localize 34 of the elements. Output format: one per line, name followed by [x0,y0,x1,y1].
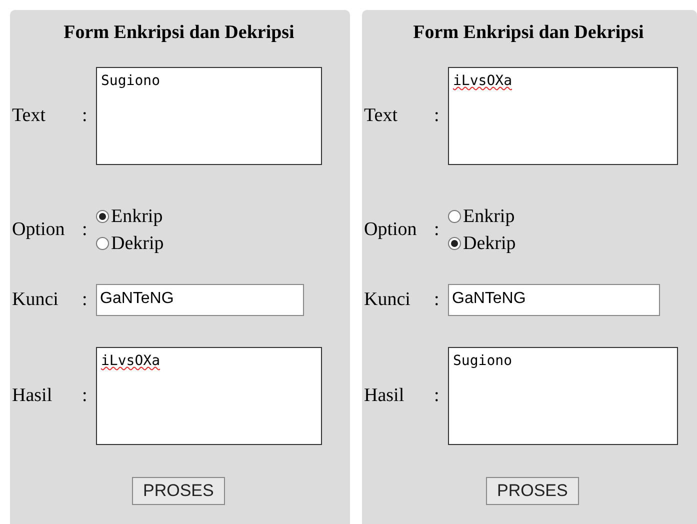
radio-label[interactable]: Dekrip [463,232,516,254]
field-label: Text [12,105,46,127]
proses-button[interactable]: PROSES [486,477,579,505]
colon-separator: : [434,219,440,241]
colon-separator: : [82,289,88,311]
field-label: Hasil [364,385,406,407]
text-area-field[interactable]: iLvsOXa [448,67,678,165]
key-input-field[interactable]: GaNTeNG [448,284,660,316]
colon-separator: : [82,385,88,407]
result-area-field[interactable]: iLvsOXa [96,347,322,445]
field-label: Kunci [364,289,412,311]
proses-button[interactable]: PROSES [132,477,225,505]
field-label: Kunci [12,289,60,311]
field-label: Text [364,105,398,127]
colon-separator: : [82,219,88,241]
colon-separator: : [82,105,88,127]
field-label: Hasil [12,385,54,407]
colon-separator: : [434,105,440,127]
text-area-field[interactable]: Sugiono [96,67,322,165]
form-title: Form Enkripsi dan Dekripsi [62,22,296,44]
radio-button[interactable] [96,210,109,223]
colon-separator: : [434,289,440,311]
field-label: Option [364,219,418,241]
result-area-field[interactable]: Sugiono [448,347,678,445]
radio-button[interactable] [448,210,461,223]
radio-button[interactable] [96,237,109,250]
form-title: Form Enkripsi dan Dekripsi [412,22,645,44]
radio-label[interactable]: Enkrip [463,206,515,228]
colon-separator: : [434,385,440,407]
field-label: Option [12,219,66,241]
key-input-field[interactable]: GaNTeNG [96,284,304,316]
radio-button[interactable] [448,237,461,250]
radio-label[interactable]: Dekrip [111,232,164,254]
radio-label[interactable]: Enkrip [111,206,163,228]
